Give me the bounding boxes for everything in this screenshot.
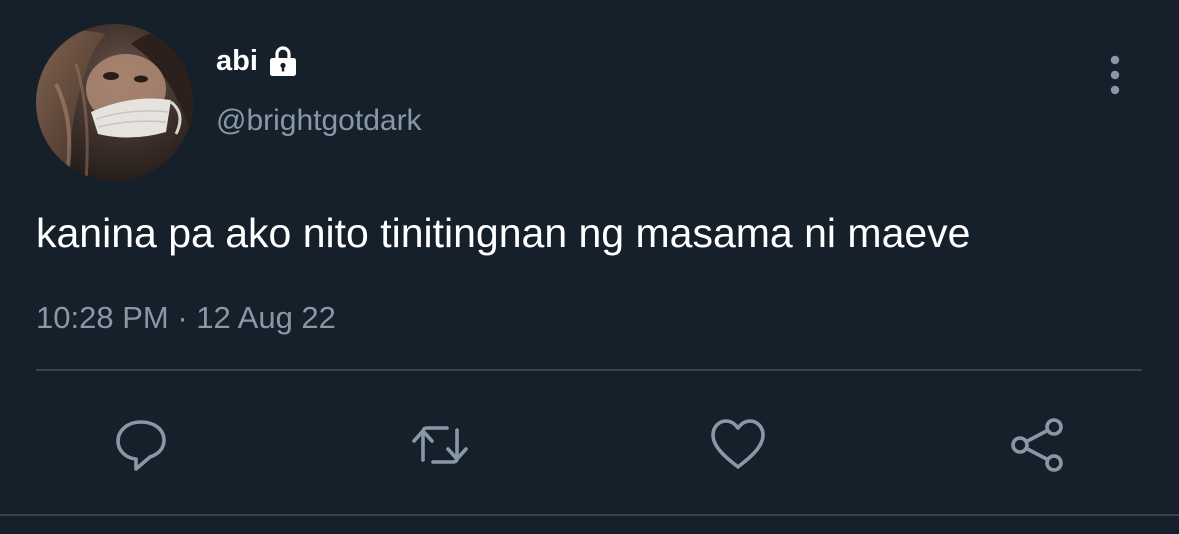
tweet-timestamp[interactable]: 10:28 PM · 12 Aug 22 — [36, 298, 336, 338]
heart-icon — [711, 419, 765, 469]
avatar-image — [36, 24, 193, 181]
divider — [36, 369, 1142, 371]
share-icon — [1011, 418, 1063, 472]
divider — [0, 514, 1179, 516]
more-options-button[interactable] — [1098, 54, 1132, 96]
retweet-button[interactable] — [409, 414, 471, 476]
retweet-icon — [412, 426, 468, 464]
avatar[interactable] — [36, 24, 193, 181]
lock-icon — [269, 46, 296, 76]
timestamp-separator: · — [177, 300, 188, 335]
reply-button[interactable] — [110, 414, 172, 476]
reply-icon — [116, 420, 166, 471]
display-name[interactable]: abi — [216, 44, 258, 78]
like-button[interactable] — [707, 414, 769, 476]
tweet-text: kanina pa ako nito tinitingnan ng masama… — [36, 210, 971, 256]
share-button[interactable] — [1006, 414, 1068, 476]
user-handle[interactable]: @brightgotdark — [216, 102, 422, 140]
more-vertical-icon — [1110, 55, 1120, 95]
tweet-time: 10:28 PM — [36, 300, 169, 335]
tweet-date: 12 Aug 22 — [196, 300, 336, 335]
display-name-row: abi — [216, 44, 300, 78]
